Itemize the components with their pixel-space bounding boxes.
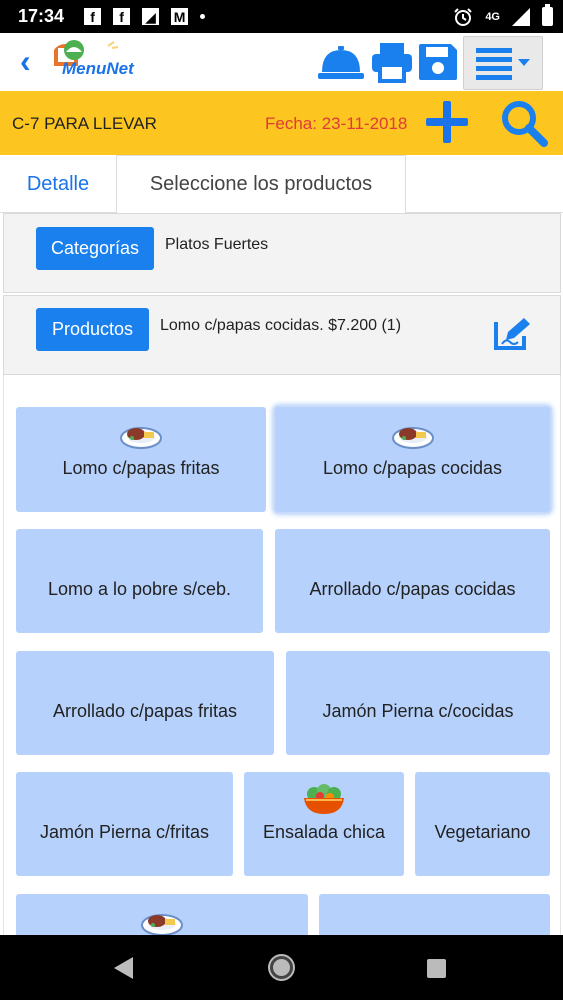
products-button[interactable]: Productos (36, 308, 149, 351)
alarm-icon (454, 7, 473, 26)
dish-icon (391, 427, 434, 449)
save-icon[interactable] (415, 41, 461, 83)
status-time: 17:34 (18, 6, 65, 26)
product-card[interactable]: Ensalada chica (244, 772, 404, 876)
categories-button[interactable]: Categorías (36, 227, 154, 270)
search-icon[interactable] (500, 99, 548, 147)
facebook-icon: f (84, 8, 102, 25)
product-card[interactable] (16, 894, 308, 935)
hamburger-icon (476, 48, 512, 80)
order-bar: C-7 PARA LLEVAR Fecha: 23-11-2018 (0, 91, 563, 155)
selected-category: Platos Fuertes (165, 236, 269, 253)
dish-icon (141, 914, 183, 935)
nav-home-icon[interactable] (270, 956, 293, 979)
edit-icon[interactable] (494, 316, 530, 350)
network-type: 4G (485, 10, 500, 23)
more-notifications-icon (200, 14, 206, 19)
product-grid: Lomo c/papas fritas Lomo c/papas cocidas… (3, 375, 561, 935)
add-icon[interactable] (426, 101, 468, 143)
app-header: ‹ MenuNet (0, 33, 563, 91)
app-logo-text: MenuNet (62, 59, 134, 78)
tab-detalle[interactable]: Detalle (0, 155, 116, 213)
product-name: Arrollado c/papas cocidas (309, 579, 516, 599)
product-card[interactable]: Lomo a lo pobre s/ceb. (16, 529, 263, 633)
image-icon: ◢ (142, 8, 160, 25)
product-panel: Productos Lomo c/papas cocidas. $7.200 (… (3, 295, 561, 375)
status-bar: 17:34 f f ◢ M 4G (0, 0, 563, 33)
salad-icon (304, 784, 344, 814)
product-name: Vegetariano (434, 822, 531, 842)
order-date: Fecha: 23-11-2018 (265, 114, 408, 133)
product-name: Lomo c/papas cocidas (322, 458, 503, 478)
product-card[interactable]: Arrollado c/papas cocidas (275, 529, 550, 633)
product-name: Jamón Pierna c/cocidas (322, 701, 514, 721)
product-card[interactable]: Arrollado c/papas fritas (16, 651, 274, 755)
bell-icon[interactable] (318, 41, 364, 83)
tab-bar: Detalle Seleccione los productos (0, 155, 563, 214)
order-title: C-7 PARA LLEVAR (12, 114, 157, 133)
product-card[interactable]: Jamón Pierna c/cocidas (286, 651, 550, 755)
battery-icon (542, 4, 553, 26)
menu-button[interactable] (463, 36, 543, 90)
product-name: Arrollado c/papas fritas (52, 701, 238, 721)
system-nav-bar (0, 935, 563, 1000)
product-name: Lomo c/papas fritas (62, 458, 220, 478)
chevron-down-icon (518, 59, 530, 66)
signal-icon (512, 7, 530, 26)
nav-recents-icon[interactable] (427, 959, 446, 978)
product-card[interactable]: Jamón Pierna c/fritas (16, 772, 233, 876)
gmail-icon: M (171, 8, 189, 25)
facebook-icon: f (113, 8, 131, 25)
printer-icon[interactable] (369, 41, 415, 83)
tab-seleccione-productos[interactable]: Seleccione los productos (116, 155, 406, 214)
nav-back-icon[interactable] (114, 957, 133, 979)
product-card[interactable] (319, 894, 550, 935)
product-card[interactable]: Lomo c/papas cocidas (275, 407, 550, 512)
product-name: Jamón Pierna c/fritas (39, 822, 210, 842)
product-name: Ensalada chica (262, 822, 386, 842)
dish-icon (120, 427, 162, 449)
product-card[interactable]: Vegetariano (415, 772, 550, 876)
category-panel: Categorías Platos Fuertes (3, 213, 561, 293)
notification-icons: f f ◢ M (84, 8, 206, 25)
product-name: Lomo a lo pobre s/ceb. (47, 579, 232, 599)
selected-product: Lomo c/papas cocidas. $7.200 (1) (160, 317, 402, 334)
product-card[interactable]: Lomo c/papas fritas (16, 407, 266, 512)
back-icon[interactable]: ‹ (20, 43, 31, 79)
